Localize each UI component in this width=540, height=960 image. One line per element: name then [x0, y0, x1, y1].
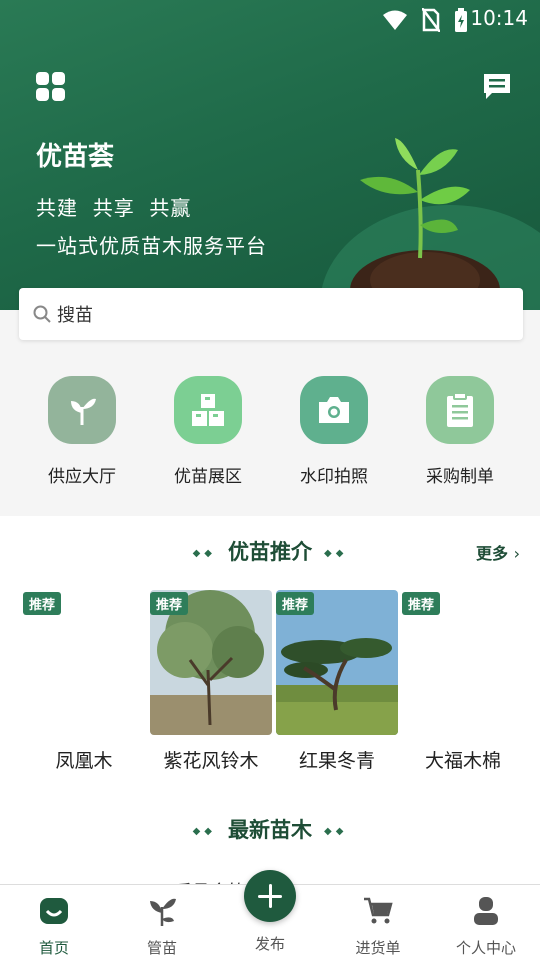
latest-section-title: ◆◆ 最新苗木 ◆◆: [0, 814, 540, 844]
shopping-cart-icon: [364, 897, 393, 924]
diamond-decoration-icon: ◆◆: [192, 547, 216, 559]
brand-title: 优苗荟: [36, 142, 115, 172]
home-bag-icon: [40, 898, 68, 924]
clipboard-icon: [426, 376, 494, 444]
apps-grid-icon[interactable]: [36, 72, 68, 104]
camera-icon: [300, 376, 368, 444]
plant-name: 紫花风铃木: [163, 750, 259, 772]
brand-tagline: 一站式优质苗木服务平台: [36, 234, 267, 258]
battery-icon: [455, 8, 467, 32]
tab-cart[interactable]: 进货单: [324, 895, 432, 958]
more-link-label: 更多: [476, 544, 509, 563]
tab-label: 个人中心: [455, 939, 516, 957]
tab-label: 发布: [254, 935, 285, 953]
sprout-icon: [150, 898, 176, 926]
plant-name: 大福木棉: [424, 750, 501, 772]
status-bar: 10:14: [0, 0, 540, 40]
plant-name: 红果冬青: [298, 750, 375, 772]
tab-profile[interactable]: 个人中心: [432, 895, 540, 958]
tab-label: 管苗: [146, 939, 177, 957]
recommend-badge: 推荐: [150, 592, 189, 615]
more-link[interactable]: 更多 ›: [476, 540, 520, 564]
recommend-badge: 推荐: [276, 592, 315, 615]
wifi-icon: [383, 10, 407, 30]
status-time: 10:14: [470, 6, 528, 30]
no-sim-icon: [422, 8, 440, 32]
user-icon: [474, 897, 498, 925]
recommend-card-list: 推荐 凤凰木 推荐 紫花风铃木 推荐 红果冬青 推荐 大福木棉: [0, 590, 540, 790]
message-icon[interactable]: [482, 72, 512, 102]
recommend-title-text: 优苗推介: [228, 540, 312, 564]
publish-plus-button[interactable]: [244, 870, 296, 922]
content-panel: ◆◆ 优苗推介 ◆◆ 更多 › 推荐 凤凰木 推荐 紫花风铃木 推荐 红果冬青 …: [0, 516, 540, 886]
brand-slogan: 共建 共享 共赢: [36, 196, 192, 220]
quick-entry-label: 供应大厅: [48, 467, 116, 487]
sprout-icon: [48, 376, 116, 444]
recommend-badge: 推荐: [402, 592, 441, 615]
tab-home[interactable]: 首页: [0, 895, 108, 958]
quick-entry-showcase[interactable]: 优苗展区: [145, 360, 271, 500]
recommend-badge: 推荐: [23, 592, 62, 615]
quick-entry-watermark-camera[interactable]: 水印拍照: [271, 360, 397, 500]
seedling-illustration: [350, 138, 500, 310]
latest-title-text: 最新苗木: [228, 818, 312, 842]
quick-entry-purchase-order[interactable]: 采购制单: [397, 360, 523, 500]
search-icon: [33, 305, 51, 323]
header-banner: 10:14 优苗荟 共建 共享 共赢 一站式优质苗木服务平台: [0, 0, 540, 310]
tab-label: 首页: [38, 939, 69, 957]
recommend-section-title: ◆◆ 优苗推介 ◆◆: [0, 536, 540, 566]
boxes-icon: [174, 376, 242, 444]
chevron-right-icon: ›: [513, 544, 520, 563]
search-input[interactable]: 搜苗: [57, 301, 93, 327]
diamond-decoration-icon: ◆◆: [324, 825, 348, 837]
quick-entry-row: 供应大厅 优苗展区 水印拍照 采购制单: [0, 360, 540, 500]
plant-name: 凤凰木: [55, 750, 113, 772]
quick-entry-label: 优苗展区: [174, 467, 242, 487]
search-bar[interactable]: 搜苗: [19, 288, 523, 340]
quick-entry-label: 采购制单: [426, 467, 494, 487]
quick-entry-label: 水印拍照: [300, 467, 368, 487]
diamond-decoration-icon: ◆◆: [324, 547, 348, 559]
quick-entry-supply-hall[interactable]: 供应大厅: [19, 360, 145, 500]
diamond-decoration-icon: ◆◆: [192, 825, 216, 837]
tab-manage-seedlings[interactable]: 管苗: [108, 895, 216, 958]
tab-label: 进货单: [355, 939, 401, 957]
